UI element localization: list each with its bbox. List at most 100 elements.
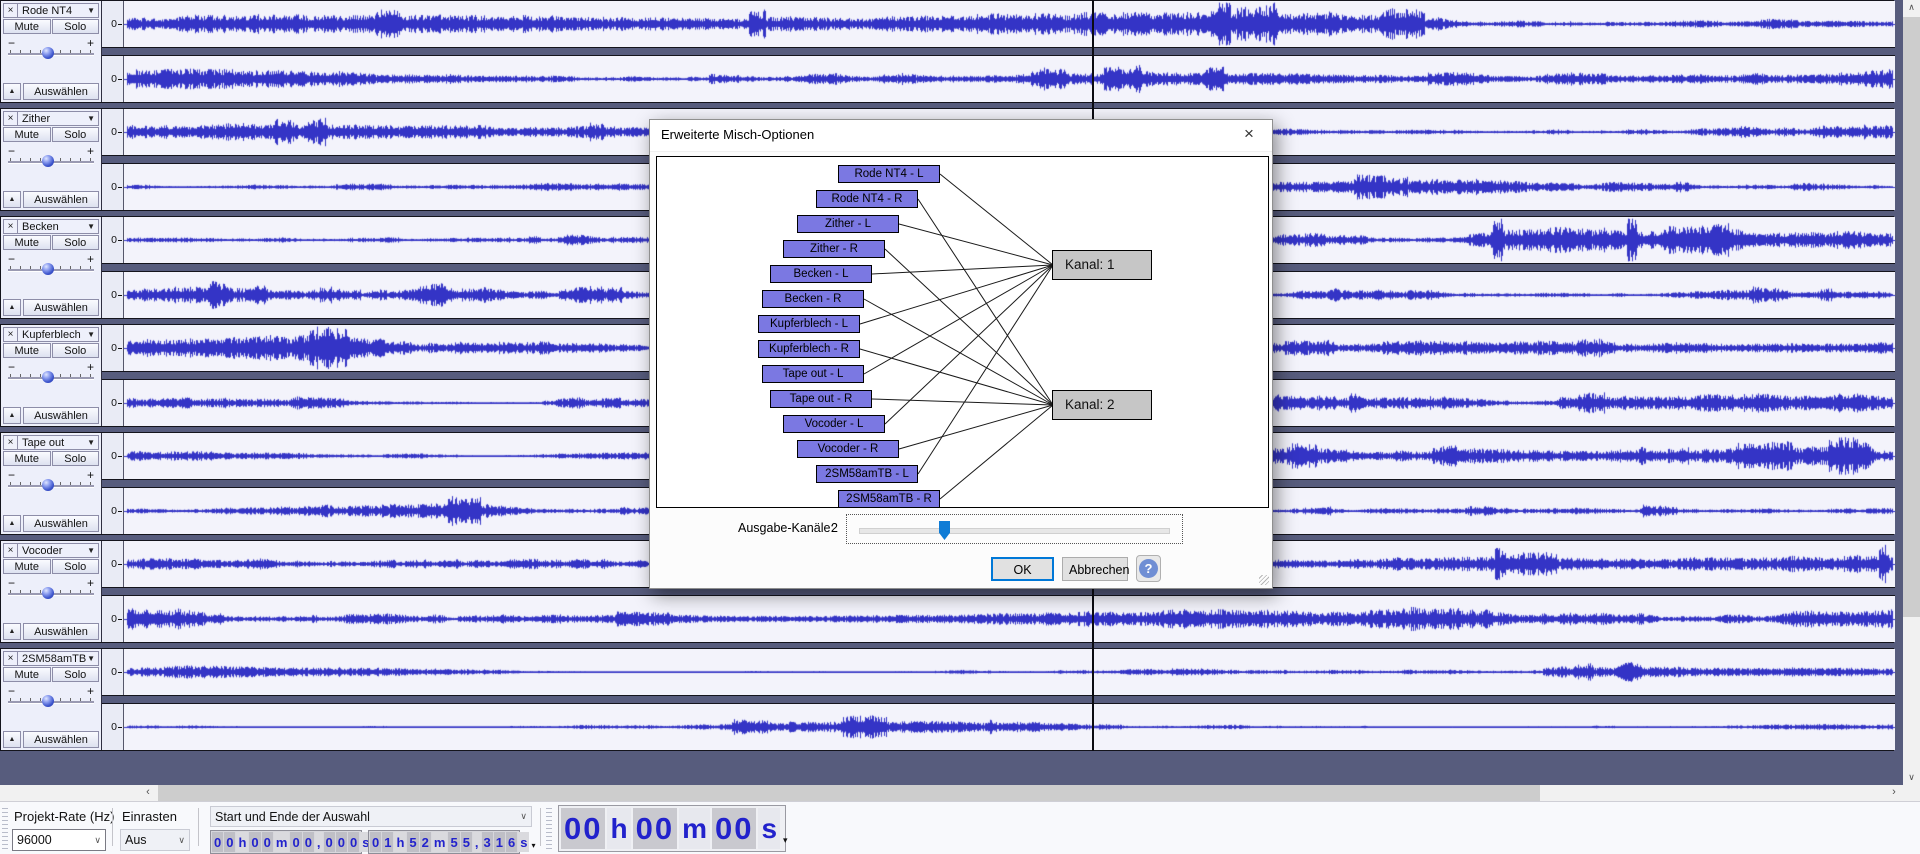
solo-button[interactable]: Solo xyxy=(52,667,100,682)
mute-button[interactable]: Mute xyxy=(3,667,51,682)
time-digit-group[interactable]: 00 xyxy=(633,808,677,849)
waveform[interactable] xyxy=(124,1,1895,47)
gain-slider-thumb[interactable] xyxy=(42,47,54,59)
mixer-input-box[interactable]: Kupferblech - R xyxy=(758,340,860,358)
track-close-button[interactable]: × xyxy=(4,652,18,665)
track-menu-dropdown-icon[interactable]: ▼ xyxy=(87,330,98,339)
mixer-input-box[interactable]: Becken - R xyxy=(762,290,864,308)
gain-slider[interactable]: − + xyxy=(3,469,99,495)
time-digit[interactable]: 0 xyxy=(324,832,335,852)
track-name[interactable]: Vocoder xyxy=(18,545,87,557)
solo-button[interactable]: Solo xyxy=(52,451,100,466)
gain-slider-thumb[interactable] xyxy=(42,371,54,383)
horizontal-scroll-thumb[interactable] xyxy=(158,785,1540,801)
time-separator[interactable]: h xyxy=(394,832,406,852)
time-digit[interactable]: 6 xyxy=(506,832,517,852)
collapse-button[interactable]: ▲ xyxy=(3,407,21,424)
select-button[interactable]: Auswählen xyxy=(23,731,99,748)
mixer-input-box[interactable]: Rode NT4 - L xyxy=(838,165,940,183)
track-name[interactable]: Zither xyxy=(18,113,87,125)
track-menu-dropdown-icon[interactable]: ▼ xyxy=(87,438,98,447)
gain-slider[interactable]: − + xyxy=(3,145,99,171)
solo-button[interactable]: Solo xyxy=(52,127,100,142)
toolbar-grip[interactable] xyxy=(546,808,552,850)
dialog-resize-grip[interactable] xyxy=(1259,575,1269,585)
scroll-left-icon[interactable]: ‹ xyxy=(140,785,156,801)
time-separator[interactable]: m xyxy=(432,832,448,852)
dialog-titlebar[interactable]: Erweiterte Misch-Optionen × xyxy=(650,120,1272,152)
track-close-button[interactable]: × xyxy=(4,328,18,341)
gain-slider[interactable]: − + xyxy=(3,577,99,603)
mixer-input-box[interactable]: 2SM58amTB - R xyxy=(838,490,940,508)
collapse-button[interactable]: ▲ xyxy=(3,191,21,208)
mixer-input-box[interactable]: Rode NT4 - R xyxy=(816,190,918,208)
chevron-down-icon[interactable]: ▾ xyxy=(530,832,536,852)
mixer-input-box[interactable]: Vocoder - R xyxy=(797,440,899,458)
select-button[interactable]: Auswählen xyxy=(23,299,99,316)
track-menu-dropdown-icon[interactable]: ▼ xyxy=(87,222,98,231)
project-rate-select[interactable]: 96000 ∨ xyxy=(12,829,106,851)
time-digit-group[interactable]: 00 xyxy=(712,808,756,849)
track-close-button[interactable]: × xyxy=(4,436,18,449)
time-digit[interactable]: 0 xyxy=(290,832,301,852)
gain-slider-thumb[interactable] xyxy=(42,263,54,275)
time-separator[interactable]: , xyxy=(315,832,323,852)
time-digit[interactable]: 1 xyxy=(382,832,393,852)
selection-mode-select[interactable]: Start und Ende der Auswahl ∨ xyxy=(210,806,532,827)
ok-button[interactable]: OK xyxy=(991,557,1054,581)
mixer-input-box[interactable]: Zither - L xyxy=(797,215,899,233)
gain-slider[interactable]: − + xyxy=(3,685,99,711)
scroll-up-icon[interactable]: ∧ xyxy=(1903,0,1920,15)
select-button[interactable]: Auswählen xyxy=(23,191,99,208)
mute-button[interactable]: Mute xyxy=(3,127,51,142)
time-separator[interactable]: s xyxy=(518,832,529,852)
track-menu-dropdown-icon[interactable]: ▼ xyxy=(87,654,98,663)
slider-thumb[interactable] xyxy=(939,521,950,540)
track-name[interactable]: Becken xyxy=(18,221,87,233)
time-digit[interactable]: 5 xyxy=(448,832,459,852)
audio-position-display[interactable]: 00h00m00s▾ xyxy=(558,805,786,852)
time-digit[interactable]: 0 xyxy=(249,832,260,852)
collapse-button[interactable]: ▲ xyxy=(3,83,21,100)
vertical-scrollbar[interactable]: ∧ ∨ xyxy=(1903,0,1920,785)
gain-slider-thumb[interactable] xyxy=(42,587,54,599)
mute-button[interactable]: Mute xyxy=(3,451,51,466)
vertical-scroll-thumb[interactable] xyxy=(1903,17,1920,617)
collapse-button[interactable]: ▲ xyxy=(3,623,21,640)
mixer-input-box[interactable]: Vocoder - L xyxy=(783,415,885,433)
scroll-right-icon[interactable]: › xyxy=(1886,785,1902,801)
time-digit-group[interactable]: 00 xyxy=(561,808,605,849)
track-menu-dropdown-icon[interactable]: ▼ xyxy=(87,546,98,555)
mute-button[interactable]: Mute xyxy=(3,559,51,574)
horizontal-scrollbar[interactable]: ‹ › xyxy=(0,785,1903,801)
waveform[interactable] xyxy=(124,649,1895,695)
mixer-input-box[interactable]: 2SM58amTB - L xyxy=(816,465,918,483)
time-separator[interactable]: s xyxy=(758,808,780,849)
track-name[interactable]: Tape out xyxy=(18,437,87,449)
time-separator[interactable]: , xyxy=(473,832,481,852)
collapse-button[interactable]: ▲ xyxy=(3,515,21,532)
output-channels-slider[interactable] xyxy=(846,514,1183,544)
gain-slider[interactable]: − + xyxy=(3,37,99,63)
waveform[interactable] xyxy=(124,704,1895,750)
solo-button[interactable]: Solo xyxy=(52,19,100,34)
gain-slider[interactable]: − + xyxy=(3,361,99,387)
help-button[interactable]: ? xyxy=(1136,555,1161,582)
time-digit[interactable]: 0 xyxy=(336,832,347,852)
mute-button[interactable]: Mute xyxy=(3,19,51,34)
mixer-input-box[interactable]: Zither - R xyxy=(783,240,885,258)
time-digit[interactable]: 5 xyxy=(461,832,472,852)
time-digit[interactable]: 3 xyxy=(482,832,493,852)
mute-button[interactable]: Mute xyxy=(3,235,51,250)
gain-slider-thumb[interactable] xyxy=(42,155,54,167)
time-digit[interactable]: 2 xyxy=(420,832,431,852)
select-button[interactable]: Auswählen xyxy=(23,515,99,532)
time-separator[interactable]: h xyxy=(236,832,248,852)
mixer-input-box[interactable]: Becken - L xyxy=(770,265,872,283)
mixer-input-box[interactable]: Tape out - R xyxy=(770,390,872,408)
gain-slider-thumb[interactable] xyxy=(42,479,54,491)
mixer-input-box[interactable]: Kupferblech - L xyxy=(758,315,860,333)
solo-button[interactable]: Solo xyxy=(52,235,100,250)
solo-button[interactable]: Solo xyxy=(52,559,100,574)
track-close-button[interactable]: × xyxy=(4,4,18,17)
